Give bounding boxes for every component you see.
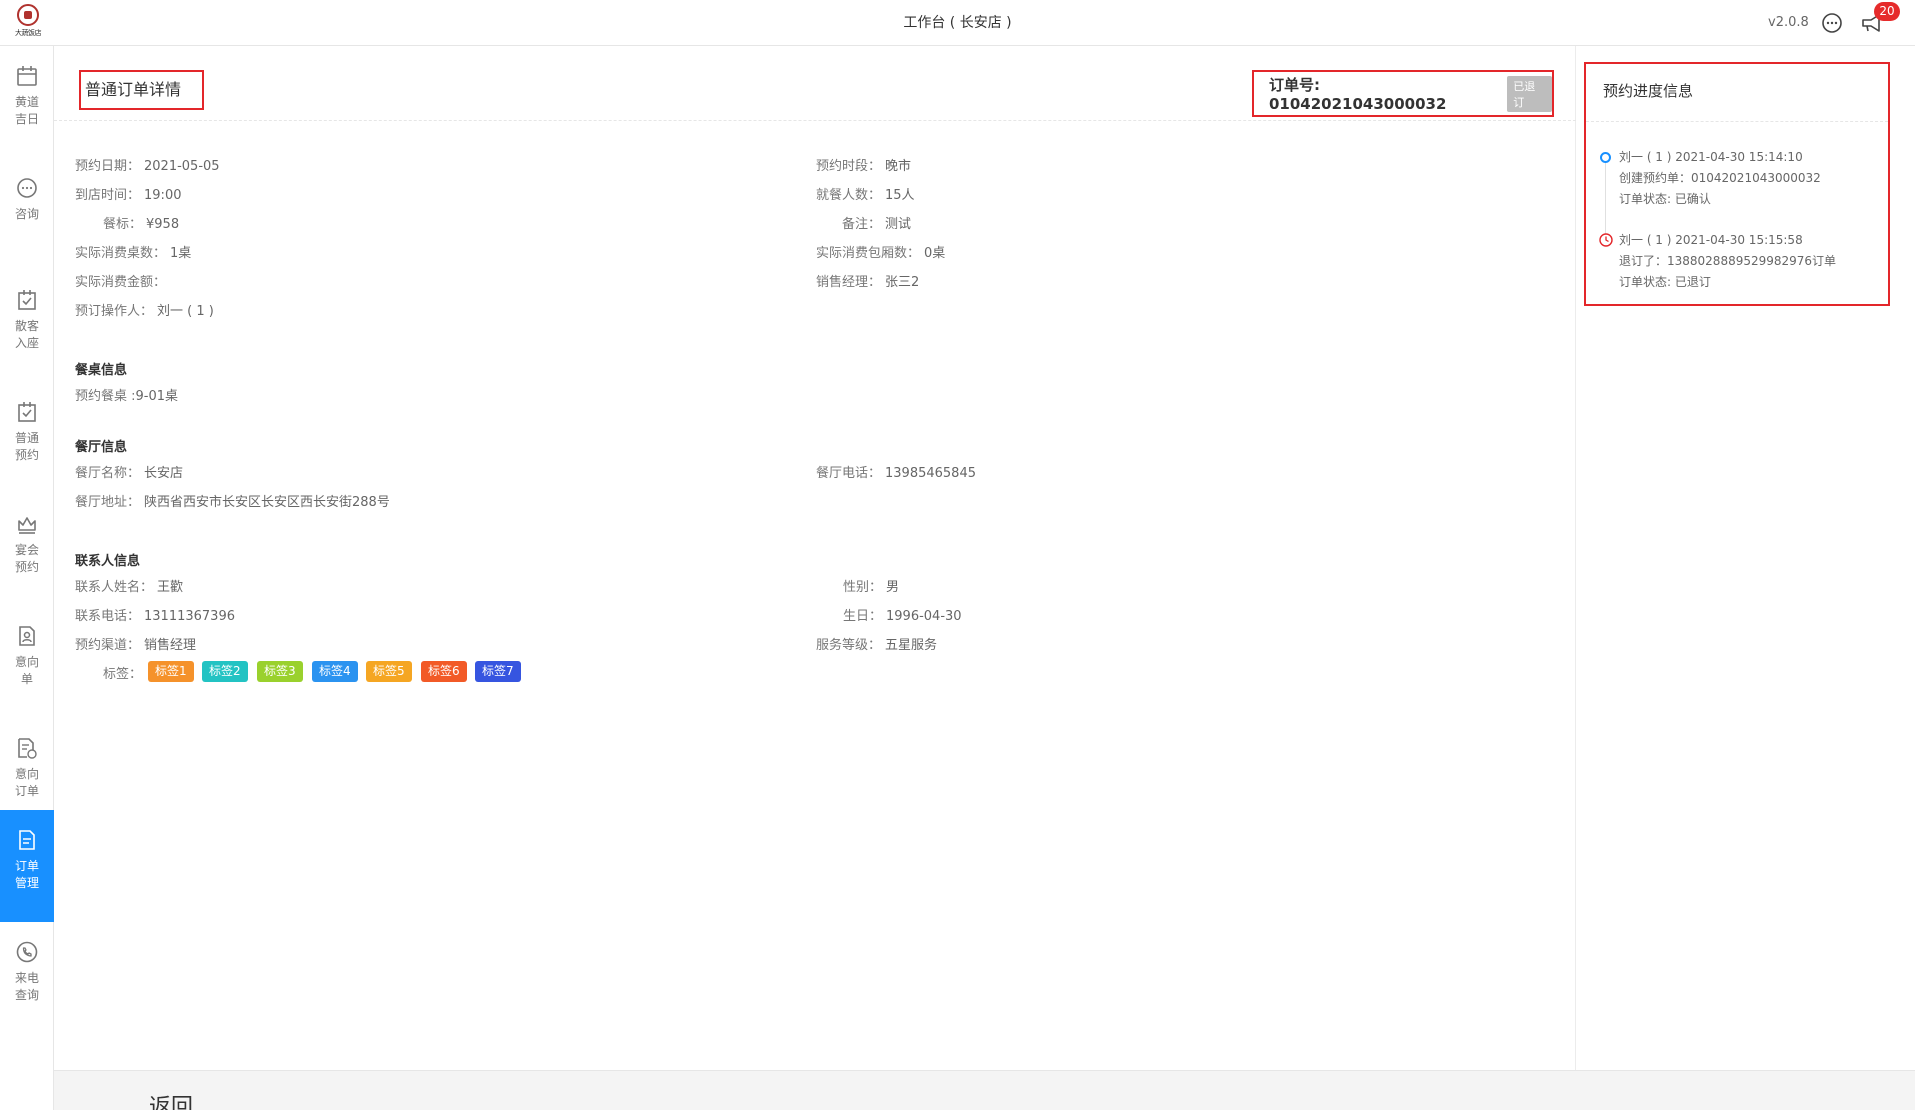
intent-order-icon <box>18 738 37 759</box>
field-restaurant-phone: 餐厅电话： 13985465845 <box>816 466 976 481</box>
divider <box>1586 121 1888 122</box>
sidebar-item-label: 黄道吉日 <box>14 95 39 126</box>
status-badge: 已退订 <box>1507 75 1552 112</box>
timeline-event-status: 订单状态: 已确认 <box>1619 192 1711 206</box>
field-channel: 预约渠道： 销售经理 <box>75 638 197 653</box>
sidebar-item-label: 意向单 <box>14 655 39 686</box>
sidebar-item-order-management[interactable]: 订单管理 <box>0 810 54 922</box>
timeline-event-action: 创建预约单：01042021043000032 <box>1619 171 1821 185</box>
detail-title: 普通订单详情 <box>79 70 204 110</box>
progress-title: 预约进度信息 <box>1603 82 1694 100</box>
field-guest-count: 就餐人数： 15人 <box>816 188 915 203</box>
sidebar-item-label: 散客入座 <box>14 319 39 350</box>
field-actual-rooms: 实际消费包厢数： 0桌 <box>816 246 946 261</box>
version-label: v2.0.8 <box>1768 15 1809 30</box>
field-remark: 备注： 测试 <box>842 217 912 232</box>
divider <box>54 120 1576 121</box>
field-actual-tables: 实际消费桌数： 1桌 <box>75 246 192 261</box>
field-reservation-date: 预约日期： 2021-05-05 <box>75 159 220 174</box>
sidebar-item-call-query[interactable]: 来电查询 <box>0 922 54 1034</box>
section-title-restaurant: 餐厅信息 <box>75 440 128 455</box>
phone-icon <box>16 941 38 963</box>
field-reserved-table: 预约餐桌 :9-01桌 <box>75 389 179 404</box>
tag-badge: 标签1 <box>148 661 194 682</box>
field-meal-standard: 餐标： ¥958 <box>103 217 180 232</box>
chat-icon <box>17 178 37 198</box>
message-icon[interactable] <box>1820 11 1844 35</box>
top-bar: 大蔬饭店 工作台 ( 长安店 ) v2.0.8 20 <box>0 0 1915 46</box>
timeline-event-status: 订单状态: 已退订 <box>1619 275 1711 289</box>
sidebar: 黄道吉日 咨询 散客入座 普通预约 宴会预约 意向单 意向订单 订单管理 来电查… <box>0 46 54 1110</box>
sidebar-item-label: 普通预约 <box>14 431 39 462</box>
tag-badge: 标签5 <box>366 661 412 682</box>
timeline-event-header: 刘一 ( 1 ) 2021-04-30 15:15:58 <box>1619 233 1803 247</box>
timeline-event-header: 刘一 ( 1 ) 2021-04-30 15:14:10 <box>1619 150 1803 164</box>
back-button[interactable]: 返回 <box>149 1089 193 1110</box>
sidebar-item-label: 咨询 <box>14 207 39 221</box>
field-operator: 预订操作人： 刘一 ( 1 ) <box>75 304 214 319</box>
tag-badge: 标签2 <box>202 661 248 682</box>
order-number: 订单号: 01042021043000032 <box>1269 76 1447 113</box>
reservation-icon <box>18 402 36 422</box>
tag-badge: 标签3 <box>257 661 303 682</box>
tag-badge: 标签4 <box>312 661 358 682</box>
timeline-dot-icon <box>1600 152 1611 163</box>
field-contact-phone: 联系电话： 13111367396 <box>75 609 235 624</box>
sidebar-item-label: 意向订单 <box>14 767 39 798</box>
sidebar-item-normal-reservation[interactable]: 普通预约 <box>0 382 54 494</box>
field-sales-manager: 销售经理： 张三2 <box>816 275 920 290</box>
sidebar-item-auspicious-days[interactable]: 黄道吉日 <box>0 46 54 158</box>
tag-badge: 标签6 <box>421 661 467 682</box>
order-detail-panel <box>54 46 1576 1070</box>
field-gender: 性别：男 <box>843 580 900 595</box>
timeline-rail <box>1605 162 1606 234</box>
order-number-box: 订单号: 01042021043000032 已退订 <box>1252 70 1554 117</box>
notification-badge: 20 <box>1874 2 1900 21</box>
sidebar-item-consult[interactable]: 咨询 <box>0 158 54 270</box>
checkin-icon <box>18 290 36 310</box>
field-tags-label: 标签： <box>103 667 143 682</box>
calendar-icon <box>17 66 37 86</box>
clock-icon <box>1599 233 1613 247</box>
field-reservation-period: 预约时段： 晚市 <box>816 159 912 174</box>
field-contact-name: 联系人姓名： 王歡 <box>75 580 184 595</box>
brand-logo: 大蔬饭店 <box>8 4 48 42</box>
page-title: 工作台 ( 长安店 ) <box>903 15 1012 31</box>
order-icon <box>19 830 35 850</box>
field-restaurant-address: 餐厅地址： 陕西省西安市长安区长安区西长安街288号 <box>75 495 390 510</box>
sidebar-item-intent[interactable]: 意向单 <box>0 606 54 718</box>
field-actual-amount: 实际消费金额： <box>75 275 167 290</box>
intent-icon <box>19 626 35 646</box>
tag-badge: 标签7 <box>475 661 521 682</box>
sidebar-item-banquet[interactable]: 宴会预约 <box>0 494 54 606</box>
field-service-level: 服务等级： 五星服务 <box>816 638 938 653</box>
footer-bar: 返回 <box>54 1070 1915 1110</box>
section-title-tables: 餐桌信息 <box>75 363 128 378</box>
section-title-contact: 联系人信息 <box>75 554 141 569</box>
field-restaurant-name: 餐厅名称： 长安店 <box>75 466 184 481</box>
sidebar-item-label: 来电查询 <box>14 971 39 1002</box>
timeline-event-action: 退订了：1388028889529982976订单 <box>1619 254 1837 268</box>
sidebar-item-label: 订单管理 <box>14 859 39 890</box>
logo-mark-icon <box>17 4 39 26</box>
field-birthday: 生日： 1996-04-30 <box>843 609 962 624</box>
sidebar-item-label: 宴会预约 <box>14 543 39 574</box>
logo-text: 大蔬饭店 <box>15 29 42 37</box>
field-arrival-time: 到店时间： 19:00 <box>75 188 182 203</box>
banquet-icon <box>18 517 36 534</box>
sidebar-item-walkin[interactable]: 散客入座 <box>0 270 54 382</box>
